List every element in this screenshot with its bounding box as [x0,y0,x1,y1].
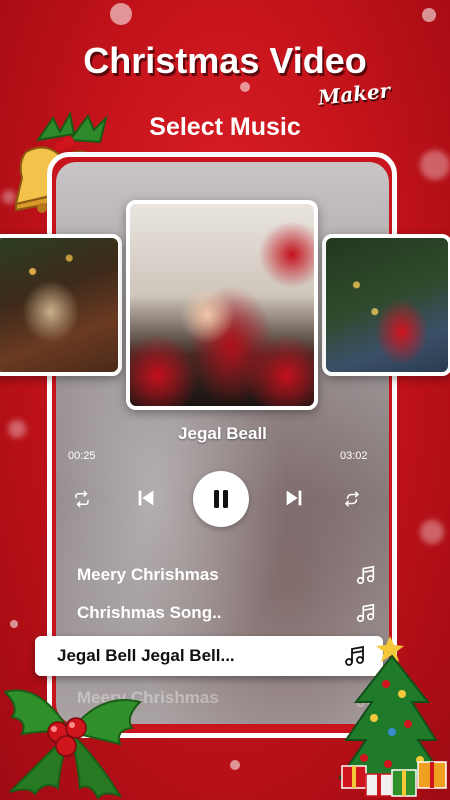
total-duration: 03:02 [340,450,368,462]
shuffle-icon [345,491,359,507]
snowflake [8,420,26,438]
shuffle-button[interactable] [341,488,363,510]
music-note-icon [356,565,375,585]
elapsed-time: 00:25 [68,450,96,462]
track-title: Meery Chrishmas [77,565,219,584]
previous-button[interactable] [133,485,159,511]
christmas-tree-icon [338,636,447,797]
snowflake [110,3,132,25]
snowflake [422,8,436,22]
repeat-button[interactable] [71,488,93,510]
snowflake [420,150,450,180]
album-art-current[interactable] [126,200,318,410]
next-button[interactable] [281,485,307,511]
album-art-next[interactable] [322,234,450,376]
next-icon [286,490,302,506]
snowflake [420,520,444,544]
app-title-script: Maker [316,78,392,110]
pause-button[interactable] [193,471,249,527]
now-playing-title: Jegal Beall [178,424,267,443]
music-note-icon [356,603,375,623]
snowflake [230,760,240,770]
holly-icon [3,689,142,800]
track-item[interactable]: Meery Chrishmas [77,560,377,590]
snowflake [240,82,250,92]
album-art-previous[interactable] [0,234,122,376]
repeat-icon [75,490,89,508]
app-title: Christmas Video [83,40,367,81]
pause-icon [214,490,228,508]
track-title: Chrishmas Song.. [77,603,222,622]
track-item[interactable]: Chrishmas Song.. [77,598,377,628]
previous-icon [138,490,154,506]
snowflake [10,620,18,628]
